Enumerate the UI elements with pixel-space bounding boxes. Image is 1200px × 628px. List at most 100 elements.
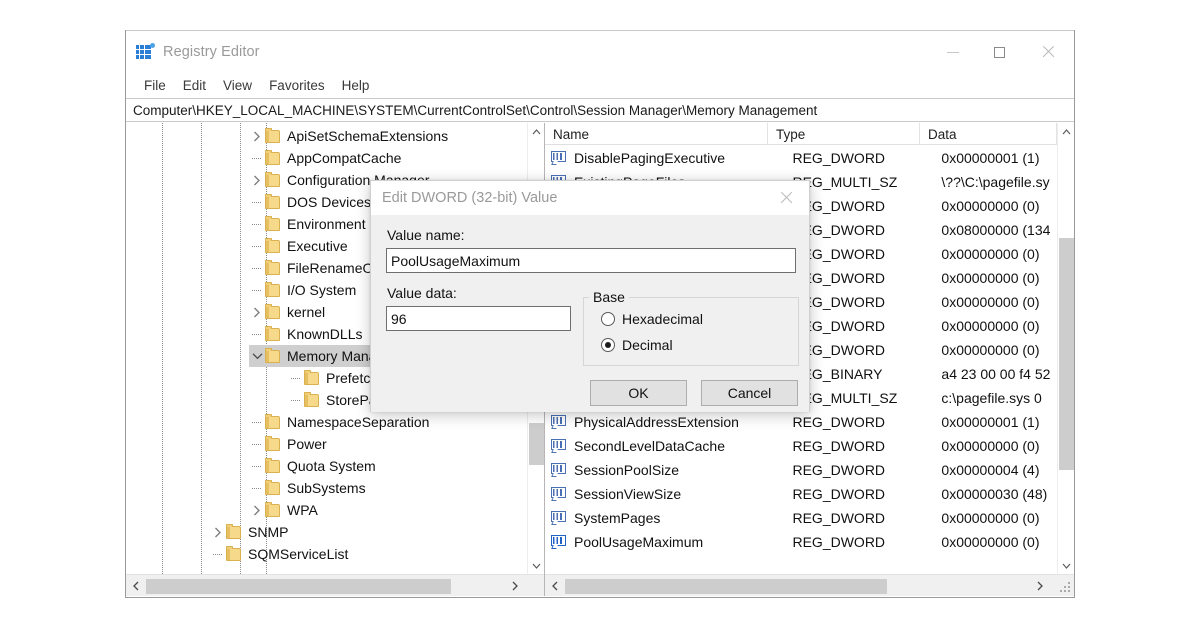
- tree-item-subsystems[interactable]: SubSystems: [249, 477, 370, 499]
- tree-item-label: Environment: [287, 216, 370, 232]
- folder-icon: [265, 284, 280, 297]
- tree-hscroll-thumb[interactable]: [146, 579, 451, 594]
- value-data-cell: 0x00000000 (0): [941, 294, 1057, 310]
- tree-item-appcompatcache[interactable]: AppCompatCache: [249, 147, 405, 169]
- chevron-down-icon[interactable]: [249, 345, 265, 367]
- folder-icon: [265, 196, 280, 209]
- value-data-input[interactable]: 96: [386, 306, 571, 331]
- value-data-label: Value data:: [387, 285, 457, 301]
- folder-icon: [265, 504, 280, 517]
- minimize-button[interactable]: [930, 31, 976, 73]
- tree-hscroll-right-button[interactable]: [505, 575, 525, 597]
- cancel-button[interactable]: Cancel: [701, 380, 798, 406]
- menu-bar: FileEditViewFavoritesHelp: [126, 72, 1074, 98]
- tree-item-namespaceseparation[interactable]: NamespaceSeparation: [249, 411, 433, 433]
- value-name-input[interactable]: PoolUsageMaximum: [386, 248, 796, 273]
- menu-item-favorites[interactable]: Favorites: [261, 76, 333, 95]
- tree-scroll-down-button[interactable]: [528, 557, 545, 574]
- table-row[interactable]: DisablePagingExecutiveREG_DWORD0x0000000…: [545, 146, 1057, 170]
- tree-item-dos-devices[interactable]: DOS Devices: [249, 191, 375, 213]
- tree-item-sqmservicelist[interactable]: SQMServiceList: [210, 543, 352, 565]
- tree-item-snmp[interactable]: SNMP: [210, 521, 292, 543]
- list-vertical-scrollbar[interactable]: [1057, 123, 1074, 574]
- value-type-cell: REG_DWORD: [792, 462, 941, 478]
- tree-item-apisetschemaextensions[interactable]: ApiSetSchemaExtensions: [249, 125, 452, 147]
- column-header-data[interactable]: Data: [920, 123, 1057, 145]
- tree-item-environment[interactable]: Environment: [249, 213, 370, 235]
- window-resize-grip[interactable]: [1060, 582, 1072, 594]
- tree-item-wpa[interactable]: WPA: [249, 499, 322, 521]
- tree-hscroll-left-button[interactable]: [126, 575, 146, 597]
- table-row[interactable]: SecondLevelDataCacheREG_DWORD0x00000000 …: [545, 434, 1057, 458]
- tree-scroll-thumb[interactable]: [529, 423, 544, 465]
- folder-icon: [265, 416, 280, 429]
- dialog-titlebar: Edit DWORD (32-bit) Value: [371, 181, 809, 215]
- menu-item-file[interactable]: File: [136, 76, 174, 95]
- tree-item-label: kernel: [287, 304, 329, 320]
- list-scroll-down-button[interactable]: [1058, 557, 1074, 574]
- menu-item-help[interactable]: Help: [334, 76, 378, 95]
- tree-item-quota-system[interactable]: Quota System: [249, 455, 380, 477]
- ok-button-label: OK: [628, 385, 648, 401]
- chevron-right-icon[interactable]: [249, 169, 265, 191]
- value-data-cell: 0x08000000 (134: [941, 222, 1057, 238]
- list-horizontal-scrollbar[interactable]: [545, 574, 1074, 596]
- folder-icon: [265, 174, 280, 187]
- minimize-icon: [947, 52, 959, 53]
- tree-connector-line: [249, 433, 265, 455]
- dialog-close-button[interactable]: [763, 181, 809, 215]
- table-row[interactable]: PhysicalAddressExtensionREG_DWORD0x00000…: [545, 410, 1057, 434]
- list-hscroll-left-button[interactable]: [545, 575, 565, 597]
- column-header-name[interactable]: Name: [545, 123, 768, 145]
- tree-item-i-o-system[interactable]: I/O System: [249, 279, 360, 301]
- value-name-cell: PoolUsageMaximum: [574, 534, 792, 550]
- tree-scroll-up-button[interactable]: [528, 123, 545, 140]
- dword-value-icon: [551, 439, 567, 453]
- table-row[interactable]: SessionViewSizeREG_DWORD0x00000030 (48): [545, 482, 1057, 506]
- folder-icon: [265, 152, 280, 165]
- value-type-cell: REG_DWORD: [792, 438, 941, 454]
- radio-circle-icon: [601, 338, 615, 352]
- list-scroll-up-button[interactable]: [1058, 123, 1074, 140]
- table-row[interactable]: SessionPoolSizeREG_DWORD0x00000004 (4): [545, 458, 1057, 482]
- tree-horizontal-scrollbar[interactable]: [126, 574, 545, 596]
- tree-item-label: KnownDLLs: [287, 326, 367, 342]
- folder-icon: [265, 460, 280, 473]
- tree-item-executive[interactable]: Executive: [249, 235, 352, 257]
- tree-item-label: DOS Devices: [287, 194, 375, 210]
- chevron-right-icon[interactable]: [249, 499, 265, 521]
- close-icon: [779, 191, 793, 205]
- close-button[interactable]: [1022, 31, 1074, 73]
- value-type-cell: REG_DWORD: [792, 318, 941, 334]
- ok-button[interactable]: OK: [590, 380, 687, 406]
- tree-item-power[interactable]: Power: [249, 433, 331, 455]
- tree-connector-line: [249, 213, 265, 235]
- tree-item-label: SubSystems: [287, 480, 370, 496]
- maximize-icon: [994, 47, 1005, 58]
- tree-item-knowndlls[interactable]: KnownDLLs: [249, 323, 367, 345]
- value-type-cell: REG_DWORD: [792, 342, 941, 358]
- tree-item-label: ApiSetSchemaExtensions: [287, 128, 452, 144]
- list-hscroll-thumb[interactable]: [565, 579, 887, 594]
- tree-connector-line: [249, 191, 265, 213]
- table-row[interactable]: PoolUsageMaximumREG_DWORD0x00000000 (0): [545, 530, 1057, 554]
- maximize-button[interactable]: [976, 31, 1022, 73]
- column-header-type[interactable]: Type: [768, 123, 920, 145]
- chevron-right-icon[interactable]: [249, 301, 265, 323]
- chevron-right-icon[interactable]: [249, 125, 265, 147]
- tree-connector-line: [288, 389, 304, 411]
- tree-item-label: WPA: [287, 502, 322, 518]
- value-name-cell: SystemPages: [574, 510, 792, 526]
- list-hscroll-right-button[interactable]: [1030, 575, 1050, 597]
- tree-item-kernel[interactable]: kernel: [249, 301, 329, 323]
- menu-item-edit[interactable]: Edit: [175, 76, 214, 95]
- radio-decimal[interactable]: Decimal: [601, 337, 673, 353]
- value-type-cell: REG_MULTI_SZ: [792, 174, 941, 190]
- list-scroll-thumb[interactable]: [1059, 238, 1074, 470]
- table-row[interactable]: SystemPagesREG_DWORD0x00000000 (0): [545, 506, 1057, 530]
- menu-item-view[interactable]: View: [215, 76, 260, 95]
- chevron-right-icon[interactable]: [210, 521, 226, 543]
- tree-connector-line: [210, 543, 226, 565]
- address-bar[interactable]: Computer\HKEY_LOCAL_MACHINE\SYSTEM\Curre…: [126, 98, 1074, 122]
- radio-hexadecimal[interactable]: Hexadecimal: [601, 311, 703, 327]
